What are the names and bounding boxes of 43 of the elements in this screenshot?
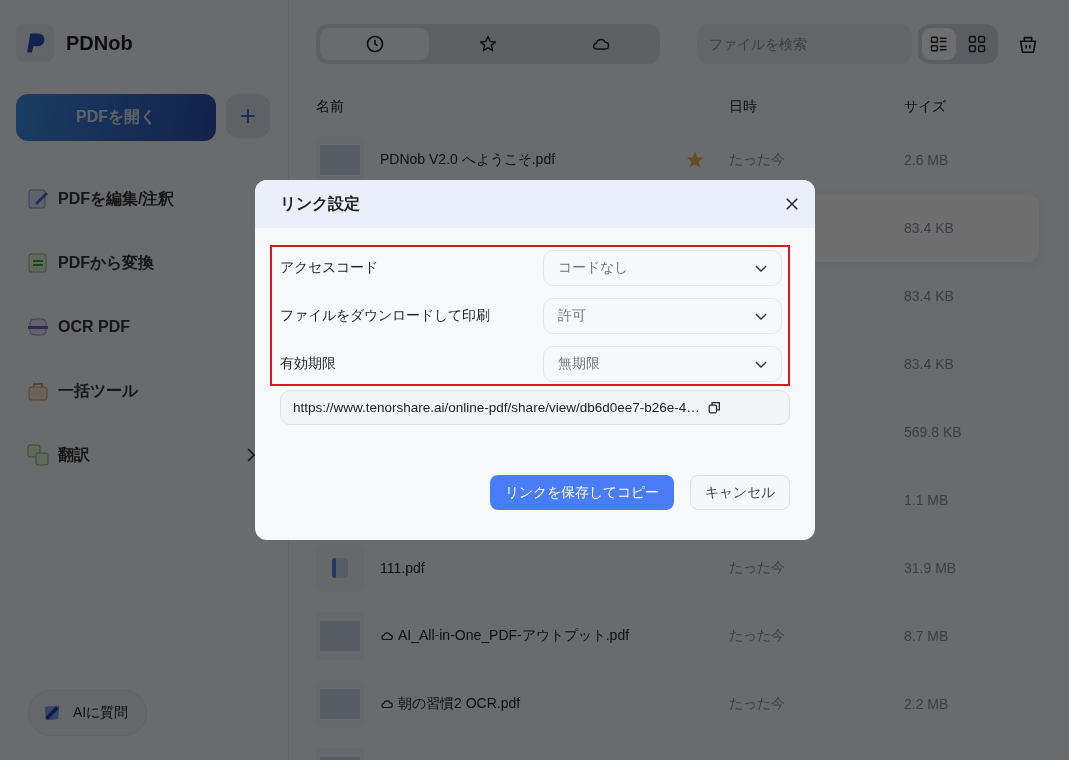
star-icon — [478, 34, 498, 54]
logo-icon — [16, 24, 54, 62]
dialog-title: リンク設定 — [280, 193, 360, 214]
tab[interactable] — [320, 28, 430, 60]
link-field[interactable]: https://www.tenorshare.ai/online-pdf/share/view/db6d0ee7-b26e-4… — [280, 390, 790, 425]
file-name: AI_All-in-One_PDF-アウトプット.pdf — [398, 627, 630, 645]
dropdown[interactable]: コードなし — [543, 250, 782, 286]
setting-label: 有効期限 — [280, 355, 337, 373]
file-name: 朝の習慣2 OCR.pdf — [398, 695, 521, 713]
list-view-button[interactable] — [922, 28, 956, 60]
sidebar-item[interactable]: 翻訳 — [26, 443, 256, 467]
dropdown[interactable]: 無期限 — [543, 346, 782, 382]
cancel-button[interactable]: キャンセル — [690, 475, 790, 510]
ask-ai-button[interactable]: AIに質問 — [28, 690, 148, 736]
dropdown[interactable]: 許可 — [543, 298, 782, 334]
list-view-icon — [929, 34, 949, 54]
ai-icon — [43, 704, 61, 722]
sidebar-item[interactable]: OCR PDF — [26, 315, 256, 339]
pencil-note-icon — [26, 187, 50, 211]
sidebar-item[interactable]: PDFを編集/注釈 — [26, 187, 256, 211]
save-and-copy-button[interactable]: リンクを保存してコピー — [490, 475, 674, 510]
clock-icon — [364, 34, 385, 54]
open-pdf-button[interactable]: PDFを開く — [16, 94, 216, 141]
sidebar-item[interactable]: 一括ツール — [26, 379, 256, 403]
setting-label: アクセスコード — [280, 259, 379, 277]
chevron-down-icon — [755, 360, 767, 368]
translate-icon — [26, 443, 50, 467]
copy-icon[interactable] — [707, 401, 721, 414]
convert-icon — [26, 251, 50, 275]
setting-label: ファイルをダウンロードして印刷 — [280, 307, 491, 325]
add-button[interactable]: + — [226, 94, 270, 138]
column-header: 名前 — [316, 98, 345, 116]
chevron-right-icon — [246, 447, 256, 463]
close-icon[interactable] — [785, 197, 799, 211]
file-name: 111.pdf — [380, 560, 425, 576]
sidebar-item[interactable]: PDFから変換 — [26, 251, 256, 275]
chevron-down-icon — [755, 312, 767, 320]
grid-view-icon — [967, 34, 987, 54]
column-header: 日時 — [729, 98, 758, 116]
file-name: PDNob V2.0 へようこそ.pdf — [380, 151, 556, 169]
app-name: PDNob — [66, 31, 133, 55]
chevron-down-icon — [755, 264, 767, 272]
column-header: サイズ — [904, 98, 947, 116]
